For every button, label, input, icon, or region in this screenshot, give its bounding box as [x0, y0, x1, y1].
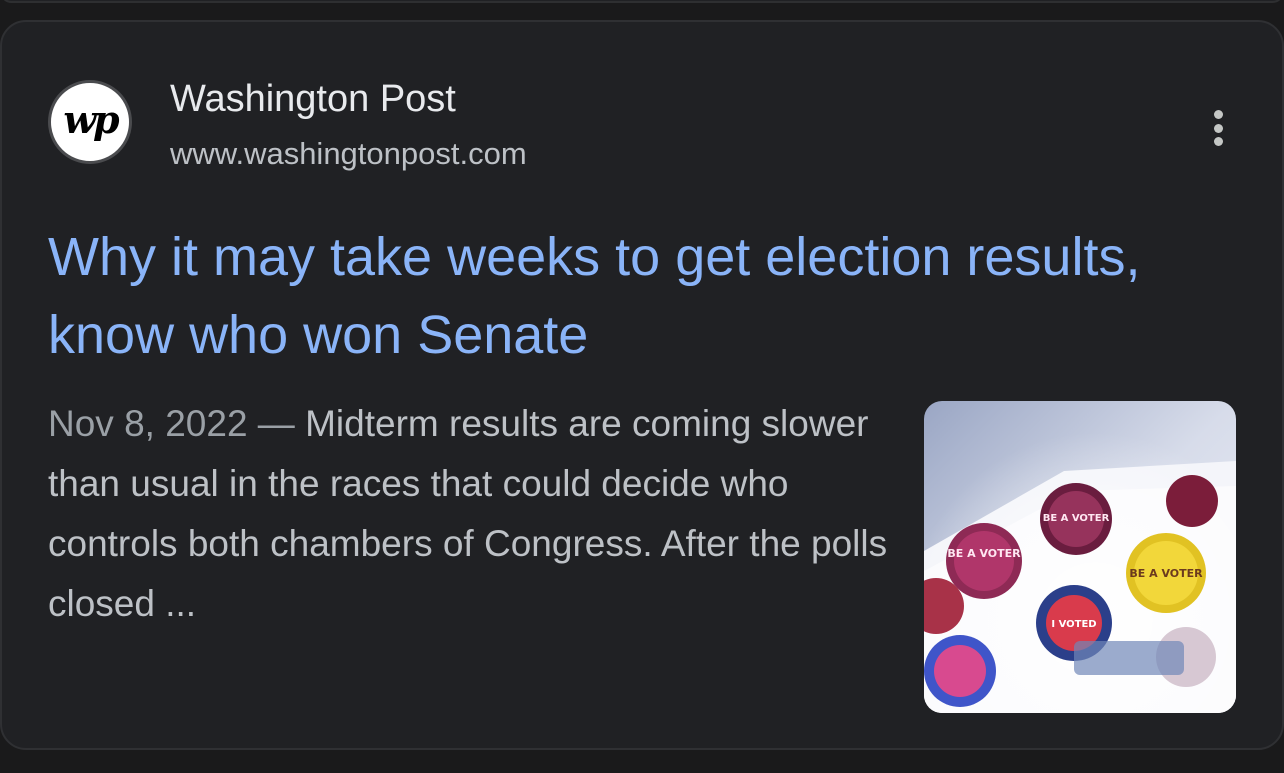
more-vert-icon-dot [1213, 110, 1223, 119]
favicon-monogram: wp [63, 97, 119, 142]
sticker-text: BE A VOTER [1043, 513, 1110, 524]
date-separator: — [247, 403, 306, 444]
result-snippet: Nov 8, 2022 — Midterm results are coming… [48, 394, 898, 634]
sticker-text: BE A VOTER [947, 547, 1021, 560]
site-url[interactable]: www.washingtonpost.com [170, 136, 527, 172]
previous-result-card-edge [0, 0, 1284, 3]
more-options-button[interactable] [1196, 104, 1240, 152]
washington-post-favicon-icon[interactable]: wp [48, 80, 132, 164]
result-thumbnail[interactable]: BE A VOTER BE A VOTER BE A VOTER I VOTED [924, 401, 1236, 713]
result-date: Nov 8, 2022 [48, 403, 248, 444]
result-title-link[interactable]: Why it may take weeks to get election re… [48, 218, 1168, 374]
more-vert-icon-dot [1213, 137, 1223, 146]
site-name[interactable]: Washington Post [170, 78, 456, 121]
sticker-text: BE A VOTER [1129, 567, 1203, 580]
voter-stickers-image: BE A VOTER BE A VOTER BE A VOTER I VOTED [924, 401, 1236, 713]
sticker-text: I VOTED [1051, 619, 1096, 630]
more-vert-icon-dot [1213, 123, 1223, 133]
